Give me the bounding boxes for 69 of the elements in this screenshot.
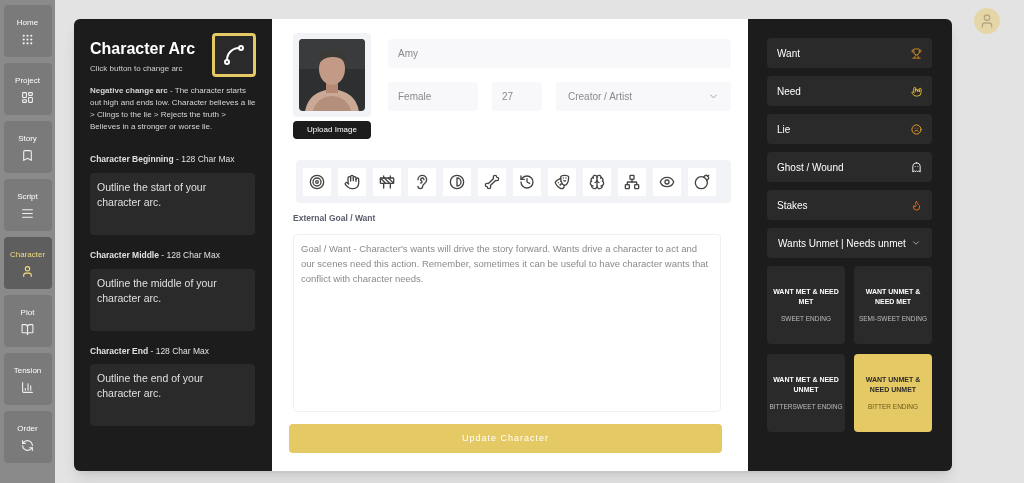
tool-button[interactable] — [618, 167, 646, 196]
sidebar-item[interactable]: Character — [3, 237, 52, 289]
trait-button[interactable]: Ghost / Wound — [767, 152, 932, 182]
sidebar-item[interactable]: Story — [3, 121, 52, 173]
ear-icon — [414, 173, 430, 190]
goal-textarea[interactable]: Goal / Want - Character's wants will drive the story forward. Wants drive a character to act and our scenes need this action. Remember, sometimes it can be useful to have character wants that conflict with character needs. — [293, 233, 721, 412]
contrast-icon — [449, 173, 465, 190]
tool-button[interactable] — [478, 167, 506, 196]
sidebar-item[interactable]: Order — [3, 411, 52, 463]
face-icon — [911, 123, 922, 135]
hand-icon — [911, 85, 922, 97]
tool-button[interactable] — [408, 167, 436, 196]
upload-button[interactable]: Upload Image — [293, 121, 371, 139]
tool-button[interactable] — [688, 167, 716, 196]
target-icon — [309, 173, 325, 190]
masks-icon — [554, 173, 570, 190]
tool-button[interactable] — [338, 167, 366, 196]
book-icon — [21, 322, 34, 336]
arc-textarea[interactable]: Outline the start of your character arc. — [90, 172, 255, 235]
outcome-select[interactable]: Wants Unmet | Needs unmet — [767, 228, 932, 258]
arc-textarea[interactable]: Outline the middle of your character arc. — [90, 268, 255, 331]
bar-chart-icon — [21, 380, 34, 394]
cycle-icon — [21, 438, 34, 452]
tool-button[interactable] — [653, 167, 681, 196]
tool-button[interactable] — [443, 167, 471, 196]
bone-icon — [484, 173, 500, 190]
panel-title: Character Arc — [90, 39, 196, 59]
arc-button[interactable] — [212, 33, 256, 77]
user-icon — [21, 264, 34, 278]
trait-button[interactable]: Need — [767, 76, 932, 106]
sidebar-item[interactable]: Project — [3, 63, 52, 115]
lines-icon — [21, 206, 34, 220]
name-field[interactable]: Amy — [388, 39, 731, 68]
grid-icon — [21, 32, 34, 46]
chevron-icon — [911, 238, 921, 248]
sidebar-item[interactable]: Home — [3, 5, 52, 57]
trait-button[interactable]: Want — [767, 38, 932, 68]
curve-icon — [222, 43, 246, 67]
age-field[interactable]: 27 — [492, 82, 542, 111]
brain-icon — [589, 173, 605, 190]
sidebar-item[interactable]: Tension — [3, 353, 52, 405]
tool-button[interactable] — [303, 167, 331, 196]
hand-icon — [344, 173, 360, 190]
user-icon — [979, 13, 995, 29]
gender-field[interactable]: Female — [388, 82, 478, 111]
section-label: Character End - 128 Char Max — [90, 344, 211, 358]
bomb-icon — [694, 173, 710, 190]
tool-button[interactable] — [548, 167, 576, 196]
section-label: Character Middle - 128 Char Max — [90, 248, 221, 262]
flame-icon — [911, 199, 922, 211]
bookmark-icon — [21, 148, 34, 162]
history-icon — [519, 173, 535, 190]
arc-textarea[interactable]: Outline the end of your character arc. — [90, 364, 255, 427]
trophy-icon — [911, 47, 922, 59]
tool-button[interactable] — [373, 167, 401, 196]
barrier-icon — [379, 173, 395, 190]
panel-subtitle: Click button to change arc — [90, 63, 184, 75]
tool-button[interactable] — [583, 167, 611, 196]
tool-button[interactable] — [513, 167, 541, 196]
arc-description: Negative change arc - The character starts out high and ends low. Character believes a lie > Clings to the lie > Rejects the truth > Believes in a stronger or worse lie. — [90, 85, 256, 133]
goal-label: External Goal / Want — [293, 212, 377, 225]
trait-button[interactable]: Stakes — [767, 190, 932, 220]
sidebar-item[interactable]: Plot — [3, 295, 52, 347]
trait-button[interactable]: Lie — [767, 114, 932, 144]
ghost-icon — [911, 161, 922, 173]
sidebar-item[interactable]: Script — [3, 179, 52, 231]
network-icon — [624, 173, 640, 190]
dashboard-icon — [21, 90, 34, 104]
section-label: Character Beginning - 128 Char Max — [90, 153, 236, 166]
